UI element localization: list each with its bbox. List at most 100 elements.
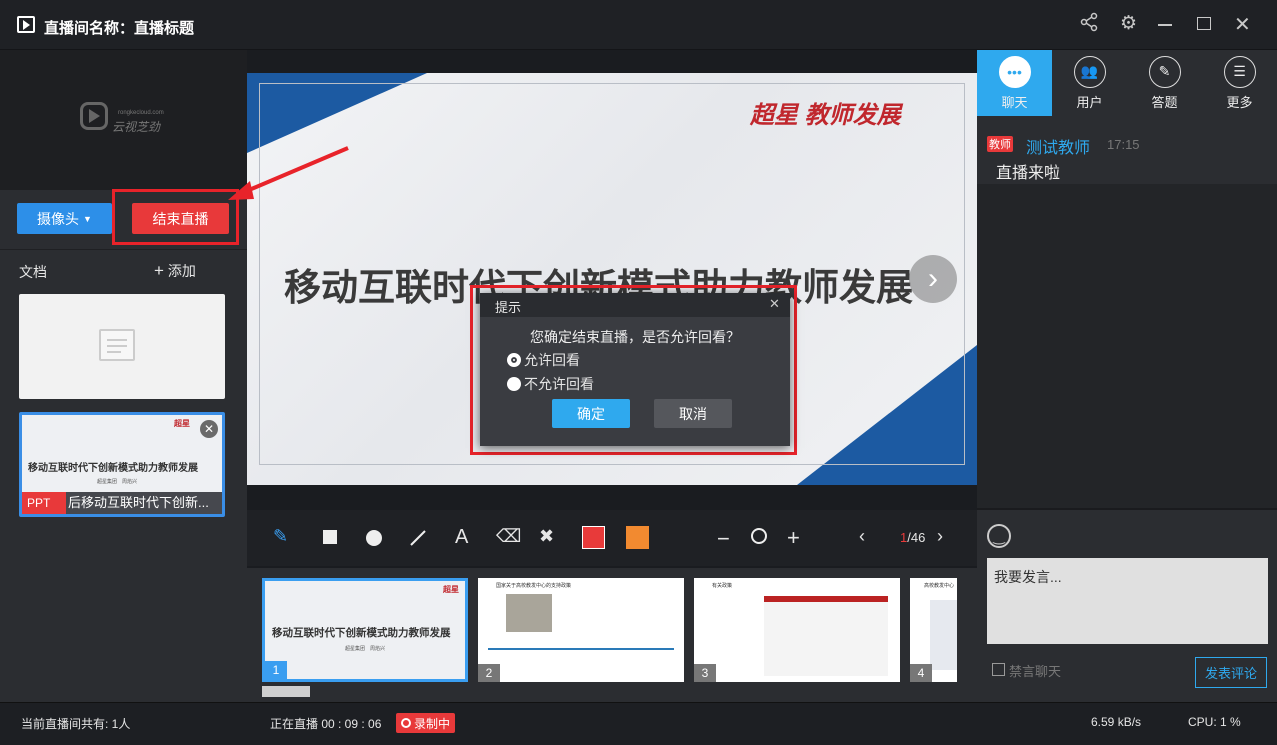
tab-label: 更多: [1226, 94, 1253, 110]
thumb-content: [930, 600, 957, 670]
text-icon[interactable]: A: [455, 526, 468, 549]
prev-page-icon[interactable]: ‹: [859, 526, 865, 547]
minimize-icon[interactable]: [1158, 24, 1172, 26]
thumbnail-3[interactable]: 有关政策 3: [694, 578, 900, 682]
ppt-tag: PPT: [22, 492, 66, 514]
thumb-number: 1: [265, 661, 287, 679]
tab-bar: ••• 聊天 👥 用户 ✎ 答题 ☰ 更多: [977, 50, 1277, 116]
tab-users[interactable]: 👥 用户: [1052, 50, 1127, 116]
right-panel: ••• 聊天 👥 用户 ✎ 答题 ☰ 更多 教师 测试教师 17:15 直播来啦…: [977, 50, 1277, 702]
rectangle-icon[interactable]: [323, 530, 337, 544]
settings-gear-icon[interactable]: ⚙: [1120, 12, 1137, 35]
thumb-number: 3: [694, 664, 716, 682]
left-panel: rongkecloud.com 云视芝劲 摄像头 ▼ 结束直播 文档 + 添加 …: [0, 50, 247, 702]
dialog-close-icon[interactable]: ✕: [769, 296, 780, 312]
whiteboard-toolbar: ✎ A ⌫ ✖ − + ‹ 1/46 ›: [247, 510, 977, 566]
message-text: 直播来啦: [996, 165, 1061, 182]
thumb-brand: 超星: [443, 585, 459, 594]
emoji-icon[interactable]: ‿: [987, 524, 1011, 548]
thumbnail-strip: 超星 移动互联时代下创新模式助力教师发展 超星集团 周焰兴 1 国家关于高校教发…: [247, 568, 977, 702]
radio-checked-icon: [507, 353, 521, 367]
slide-brand: 超星 教师发展: [750, 102, 901, 129]
thumb-timeline: [488, 648, 674, 650]
tab-more[interactable]: ☰ 更多: [1202, 50, 1277, 116]
center-area: 超星 教师发展 移动互联时代下创新模式助力教师发展 › 提示 ✕ 您确定结束直播…: [247, 50, 977, 702]
add-doc-button[interactable]: + 添加: [154, 261, 196, 281]
title-bar: 直播间名称：直播标题 ⚙ ✕: [0, 0, 1277, 50]
page-total: /46: [907, 530, 926, 545]
pen-icon[interactable]: ✎: [273, 526, 288, 547]
line-icon[interactable]: [409, 529, 427, 547]
chat-input[interactable]: 我要发言...: [987, 558, 1268, 644]
cpu-usage: CPU: 1 %: [1188, 715, 1241, 729]
zoom-in-icon[interactable]: +: [787, 525, 800, 551]
confirm-button[interactable]: 确定: [552, 399, 630, 428]
doc-title: 移动互联时代下创新模式助力教师发展: [28, 463, 198, 474]
thumbnail-4[interactable]: 高校教发中心 4: [910, 578, 957, 682]
next-slide-button[interactable]: ›: [909, 255, 957, 303]
thumb-header: 高校教发中心: [924, 583, 955, 589]
recording-label: 录制中: [414, 716, 451, 731]
thumbnail-scrollbar[interactable]: [262, 686, 310, 697]
circle-icon[interactable]: [366, 530, 382, 546]
doc-name: 后移动互联时代下创新...: [68, 495, 209, 510]
color-swatch-red[interactable]: [582, 526, 605, 549]
tab-answer[interactable]: ✎ 答题: [1127, 50, 1202, 116]
teacher-badge: 教师: [987, 136, 1013, 152]
maximize-icon[interactable]: [1197, 17, 1211, 30]
sender-name: 测试教师: [1026, 140, 1091, 157]
allow-replay-radio[interactable]: 允许回看: [507, 350, 580, 370]
app-logo-icon: [17, 16, 35, 33]
recording-badge: 录制中: [396, 713, 456, 733]
tab-label: 聊天: [1001, 94, 1028, 110]
color-swatch-orange[interactable]: [626, 526, 649, 549]
document-icon: [99, 329, 135, 361]
confirm-dialog: 提示 ✕ 您确定结束直播，是否允许回看？ 允许回看 不允许回看 确定 取消: [480, 293, 790, 446]
cloud-logo-icon: [80, 102, 108, 130]
doc-brand: 超星: [174, 419, 190, 428]
end-live-button[interactable]: 结束直播: [132, 203, 229, 234]
thumb-header: 国家关于高校教发中心的支持政策: [496, 583, 572, 589]
close-icon[interactable]: ✕: [1234, 12, 1251, 37]
dialog-message: 您确定结束直播，是否允许回看？: [530, 329, 740, 345]
doc-item-blank[interactable]: [19, 294, 225, 399]
zoom-search-icon[interactable]: [751, 528, 767, 544]
zoom-out-icon[interactable]: −: [717, 526, 730, 552]
clear-icon[interactable]: ✖: [539, 526, 554, 547]
thumb-header: 有关政策: [712, 583, 733, 589]
allow-replay-label: 允许回看: [524, 352, 580, 368]
add-label: 添加: [167, 263, 196, 279]
tab-label: 答题: [1151, 94, 1178, 110]
camera-preview: rongkecloud.com 云视芝劲: [0, 50, 247, 190]
annotation-arrow: [228, 146, 349, 200]
thumb-subtitle: 超星集团 周焰兴: [345, 646, 386, 652]
more-icon: ☰: [1223, 55, 1256, 88]
thumb-photo: [506, 594, 552, 632]
deny-replay-radio[interactable]: 不允许回看: [507, 374, 594, 394]
chat-message: 教师 测试教师 17:15 直播来啦: [977, 116, 1277, 184]
share-icon[interactable]: [1080, 12, 1098, 37]
dialog-title: 提示: [495, 300, 522, 315]
logo-name: 云视芝劲: [112, 120, 161, 134]
cancel-button[interactable]: 取消: [654, 399, 732, 428]
docs-heading: 文档: [19, 264, 47, 280]
send-comment-button[interactable]: 发表评论: [1195, 657, 1267, 688]
thumb-number: 4: [910, 664, 932, 682]
tab-chat[interactable]: ••• 聊天: [977, 50, 1052, 116]
tab-label: 用户: [1076, 94, 1103, 110]
logo-url: rongkecloud.com: [118, 110, 164, 116]
deny-replay-label: 不允许回看: [524, 376, 594, 392]
doc-item-ppt[interactable]: 超星 移动互联时代下创新模式助力教师发展 超星集团 周焰兴 ✕ PPT 后移动互…: [19, 412, 225, 517]
radio-unchecked-icon: [507, 377, 521, 391]
page-indicator: 1/46: [900, 530, 925, 545]
mute-checkbox[interactable]: [992, 663, 1005, 676]
eraser-icon[interactable]: ⌫: [496, 526, 521, 547]
network-speed: 6.59 kB/s: [1091, 715, 1142, 729]
thumbnail-1[interactable]: 超星 移动互联时代下创新模式助力教师发展 超星集团 周焰兴 1: [262, 578, 468, 682]
camera-dropdown-button[interactable]: 摄像头 ▼: [17, 203, 112, 234]
next-page-icon[interactable]: ›: [937, 526, 943, 547]
thumbnail-2[interactable]: 国家关于高校教发中心的支持政策 2: [478, 578, 684, 682]
status-bar: 当前直播间共有: 1人 正在直播 00 : 09 : 06 录制中 6.59 k…: [0, 702, 1277, 745]
doc-remove-icon[interactable]: ✕: [200, 420, 218, 438]
pen-icon: ✎: [1148, 55, 1181, 88]
